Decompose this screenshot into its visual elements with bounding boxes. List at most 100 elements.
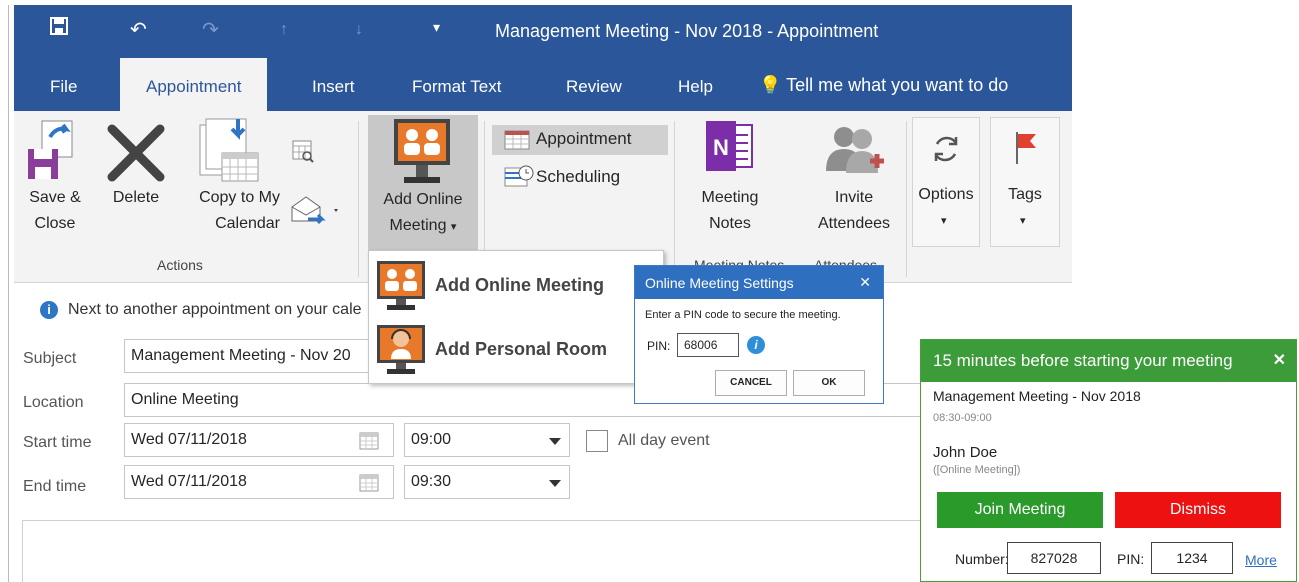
- all-day-label: All day event: [618, 432, 710, 449]
- chevron-down-icon: ▾: [1020, 215, 1026, 227]
- dismiss-button[interactable]: Dismiss: [1115, 492, 1281, 528]
- join-meeting-button[interactable]: Join Meeting: [937, 492, 1103, 528]
- tab-insert[interactable]: Insert: [312, 77, 355, 97]
- tags-button[interactable]: Tags ▾: [990, 117, 1060, 247]
- pin-label: PIN:: [647, 339, 671, 353]
- end-time-label: End time: [23, 478, 87, 495]
- info-bar: i Next to another appointment on your ca…: [14, 293, 374, 325]
- reminder-location: ([Online Meeting]): [933, 464, 1021, 476]
- meeting-notes-button[interactable]: Meeting Notes: [690, 185, 770, 237]
- dropdown-arrow-icon: [549, 480, 561, 487]
- lightbulb-icon: 💡: [759, 75, 782, 95]
- dialog-prompt: Enter a PIN code to secure the meeting.: [645, 309, 841, 321]
- window-left-border: [8, 5, 9, 582]
- invite-attendees-button[interactable]: Invite Attendees: [806, 185, 902, 237]
- pin-input[interactable]: 68006: [677, 333, 739, 357]
- options-button[interactable]: Options ▾: [912, 117, 980, 247]
- save-close-button[interactable]: Save & Close: [24, 185, 86, 237]
- close-icon[interactable]: ✕: [1273, 350, 1286, 370]
- save-icon[interactable]: [50, 17, 68, 41]
- more-link[interactable]: More: [1245, 552, 1277, 568]
- menu-item-label: Add Online Meeting: [435, 275, 604, 295]
- copy-to-calendar-button[interactable]: Copy to My Calendar: [174, 185, 280, 237]
- reminder-organizer: John Doe: [933, 444, 998, 461]
- up-arrow-icon[interactable]: ↑: [280, 21, 288, 39]
- tab-help[interactable]: Help: [678, 77, 713, 97]
- start-time-label: Start time: [23, 434, 92, 451]
- chevron-down-icon: ▾: [450, 221, 457, 233]
- reminder-pin-label: PIN:: [1117, 551, 1145, 567]
- options-label: Options: [918, 186, 974, 203]
- scheduling-icon: [504, 165, 534, 194]
- copy-to-calendar-icon[interactable]: [196, 117, 264, 183]
- subject-label: Subject: [23, 350, 77, 367]
- help-info-icon[interactable]: i: [747, 336, 765, 354]
- reminder-header: 15 minutes before starting your meeting …: [921, 340, 1296, 382]
- cancel-button[interactable]: CANCEL: [715, 370, 787, 396]
- svg-text:N: N: [713, 135, 729, 160]
- customize-toolbar-icon[interactable]: ▾: [433, 19, 440, 36]
- calendar-view-icon[interactable]: [292, 139, 314, 163]
- tab-format-text[interactable]: Format Text: [412, 77, 501, 97]
- meeting-reminder-panel: 15 minutes before starting your meeting …: [920, 339, 1297, 582]
- down-arrow-icon[interactable]: ↓: [355, 21, 363, 39]
- onenote-icon[interactable]: N: [704, 119, 754, 173]
- start-date-input[interactable]: Wed 07/11/2018: [124, 423, 394, 457]
- end-time-select[interactable]: 09:30: [404, 465, 570, 499]
- undo-icon[interactable]: ↶: [130, 17, 147, 42]
- reminder-header-text: 15 minutes before starting your meeting: [933, 351, 1233, 370]
- start-time-select[interactable]: 09:00: [404, 423, 570, 457]
- online-meeting-dropdown: Add Online Meeting Add Personal Room: [368, 250, 664, 384]
- forward-icon[interactable]: [290, 193, 342, 225]
- group-separator: [906, 121, 907, 277]
- location-label: Location: [23, 394, 84, 411]
- info-text: Next to another appointment on your cale: [68, 301, 362, 318]
- window-title: Management Meeting - Nov 2018 - Appointm…: [495, 21, 879, 41]
- tell-me-text: Tell me what you want to do: [786, 75, 1009, 95]
- online-meeting-settings-dialog: Online Meeting Settings ✕ Enter a PIN co…: [634, 265, 884, 404]
- tell-me-box[interactable]: 💡 Tell me what you want to do: [759, 75, 1008, 96]
- ok-button[interactable]: OK: [793, 370, 865, 396]
- tab-appointment[interactable]: Appointment: [120, 58, 268, 111]
- refresh-icon: [929, 132, 963, 171]
- online-meeting-icon: [390, 117, 454, 189]
- appointment-view-button[interactable]: Appointment: [492, 125, 668, 155]
- title-bar: ↶ ↷ ↑ ↓ ▾ Management Meeting - Nov 2018 …: [14, 5, 1072, 58]
- save-close-icon[interactable]: [26, 119, 82, 185]
- chevron-down-icon: ▾: [941, 215, 947, 227]
- online-meeting-icon: [375, 259, 427, 316]
- reminder-time: 08:30-09:00: [933, 412, 992, 424]
- group-label-actions: Actions: [157, 257, 203, 273]
- calendar-picker-icon[interactable]: [359, 432, 379, 455]
- delete-icon[interactable]: [106, 123, 166, 183]
- dialog-title-bar: Online Meeting Settings ✕: [635, 266, 883, 299]
- scheduling-view-button[interactable]: Scheduling: [492, 161, 668, 191]
- menu-item-add-personal-room[interactable]: Add Personal Room: [369, 319, 663, 381]
- calendar-picker-icon[interactable]: [359, 474, 379, 497]
- number-label: Number:: [955, 551, 1009, 567]
- number-field[interactable]: 827028: [1007, 542, 1101, 574]
- ribbon-tabs: File Appointment Insert Format Text Revi…: [14, 58, 1072, 111]
- body-editor[interactable]: [22, 520, 922, 582]
- appointment-label: Appointment: [536, 129, 632, 148]
- flag-icon: [1013, 130, 1041, 171]
- delete-button[interactable]: Delete: [104, 185, 168, 211]
- personal-room-icon: [375, 323, 427, 380]
- menu-item-add-online-meeting[interactable]: Add Online Meeting: [369, 255, 663, 317]
- tab-file[interactable]: File: [50, 77, 77, 97]
- tab-review[interactable]: Review: [566, 77, 622, 97]
- all-day-checkbox[interactable]: [586, 430, 608, 452]
- subject-input[interactable]: Management Meeting - Nov 20: [124, 339, 370, 373]
- tags-label: Tags: [1008, 186, 1042, 203]
- reminder-meeting-title: Management Meeting - Nov 2018: [933, 388, 1141, 404]
- invite-attendees-icon[interactable]: [824, 125, 886, 175]
- add-online-meeting-button[interactable]: Add Online Meeting ▾: [368, 115, 478, 251]
- close-icon[interactable]: ✕: [859, 274, 871, 291]
- end-date-input[interactable]: Wed 07/11/2018: [124, 465, 394, 499]
- reminder-pin-field[interactable]: 1234: [1151, 542, 1233, 574]
- group-separator: [358, 121, 359, 277]
- dialog-title: Online Meeting Settings: [645, 275, 794, 291]
- redo-icon[interactable]: ↷: [202, 17, 219, 42]
- scheduling-label: Scheduling: [536, 167, 621, 186]
- appointment-icon: [504, 130, 530, 155]
